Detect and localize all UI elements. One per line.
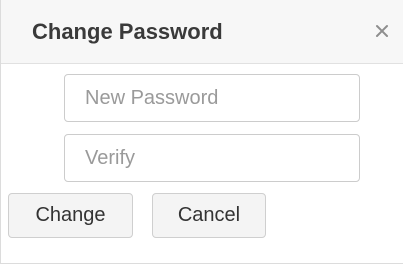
change-button[interactable]: Change bbox=[8, 193, 133, 238]
close-icon[interactable] bbox=[371, 20, 393, 42]
change-password-dialog: Change Password Change Cancel bbox=[0, 0, 403, 264]
cancel-button[interactable]: Cancel bbox=[152, 193, 266, 238]
dialog-header: Change Password bbox=[1, 0, 403, 64]
dialog-title: Change Password bbox=[32, 19, 223, 44]
new-password-input[interactable] bbox=[64, 74, 360, 122]
verify-password-input[interactable] bbox=[64, 134, 360, 182]
